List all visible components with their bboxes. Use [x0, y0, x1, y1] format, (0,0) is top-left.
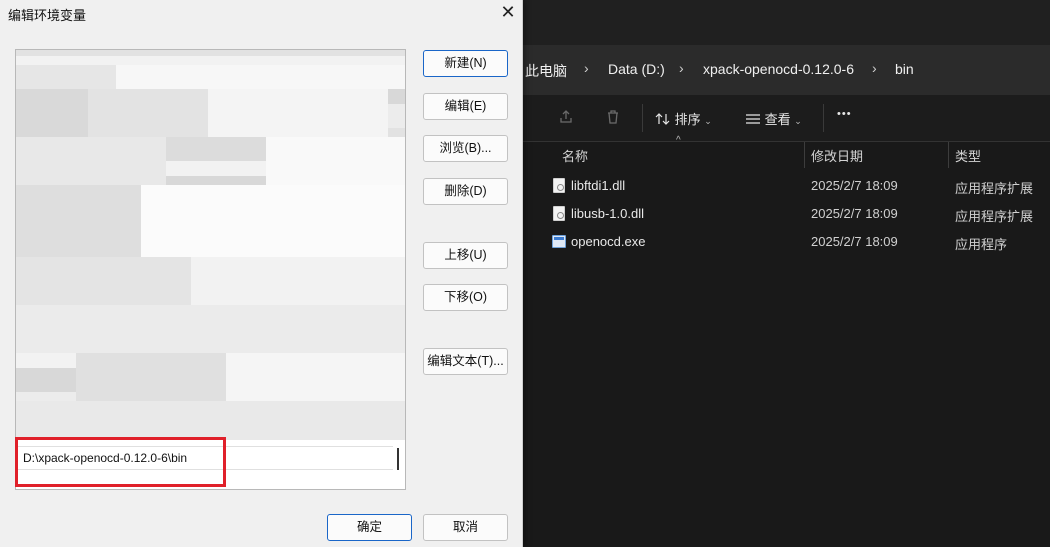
edit-text-button[interactable]: 编辑文本(T)...: [423, 348, 508, 375]
delete-icon[interactable]: [604, 109, 622, 127]
file-type: 应用程序: [955, 237, 1008, 252]
edit-button[interactable]: 编辑(E): [423, 93, 508, 120]
dll-file-icon: [553, 178, 565, 193]
breadcrumb-this-pc[interactable]: 此电脑: [525, 61, 567, 81]
share-icon[interactable]: [557, 109, 575, 127]
file-explorer-window: 此电脑 › Data (D:) › xpack-openocd-0.12.0-6…: [495, 0, 1050, 547]
file-row[interactable]: openocd.exe 2025/2/7 18:09 应用程序: [495, 228, 1050, 256]
breadcrumb-drive[interactable]: Data (D:): [608, 61, 665, 77]
toolbar-divider: [823, 104, 824, 132]
close-icon[interactable]: ✕: [494, 0, 522, 26]
file-modified: 2025/2/7 18:09: [811, 206, 898, 221]
move-up-button[interactable]: 上移(U): [423, 242, 508, 269]
file-name: openocd.exe: [571, 234, 646, 249]
file-row[interactable]: libftdi1.dll 2025/2/7 18:09 应用程序扩展: [495, 172, 1050, 200]
chevron-down-icon: ⌄: [704, 116, 712, 126]
file-row[interactable]: libusb-1.0.dll 2025/2/7 18:09 应用程序扩展: [495, 200, 1050, 228]
file-type: 应用程序扩展: [955, 209, 1034, 224]
ok-button[interactable]: 确定: [327, 514, 412, 541]
pixelated-path-entries: [16, 50, 405, 440]
toolbar-divider: [642, 104, 643, 132]
sort-ascending-icon: ^: [676, 135, 681, 146]
view-label: 查看: [764, 112, 791, 127]
exe-file-icon: [552, 235, 566, 248]
edit-env-variable-dialog: 编辑环境变量 ✕ D:\xpack-openocd-0.12.0-6\bin 新…: [0, 0, 523, 547]
sort-icon: [655, 113, 670, 125]
text-cursor: [397, 448, 399, 470]
highlight-box: [15, 437, 226, 487]
move-down-button[interactable]: 下移(O): [423, 284, 508, 311]
breadcrumb-chevron-icon[interactable]: ›: [679, 60, 684, 76]
breadcrumb-folder[interactable]: xpack-openocd-0.12.0-6: [703, 61, 854, 77]
view-list-icon: [746, 114, 760, 124]
file-modified: 2025/2/7 18:09: [811, 178, 898, 193]
column-divider[interactable]: [804, 142, 805, 168]
column-header-name[interactable]: 名称: [562, 146, 588, 165]
column-divider[interactable]: [948, 142, 949, 168]
explorer-title-bar: [495, 0, 1050, 45]
file-name: libftdi1.dll: [571, 178, 626, 193]
dll-file-icon: [553, 206, 565, 221]
file-modified: 2025/2/7 18:09: [811, 234, 898, 249]
column-header-type[interactable]: 类型: [955, 146, 981, 165]
path-entries-list[interactable]: D:\xpack-openocd-0.12.0-6\bin: [15, 49, 406, 490]
file-type: 应用程序扩展: [955, 181, 1034, 196]
breadcrumb-chevron-icon[interactable]: ›: [584, 60, 589, 76]
dialog-title: 编辑环境变量: [8, 8, 87, 23]
breadcrumb-chevron-icon[interactable]: ›: [872, 60, 877, 76]
delete-button[interactable]: 删除(D): [423, 178, 508, 205]
sort-label: 排序: [674, 112, 701, 127]
view-button[interactable]: 查看 ⌄: [745, 109, 802, 128]
new-button[interactable]: 新建(N): [423, 50, 508, 77]
file-name: libusb-1.0.dll: [571, 206, 644, 221]
breadcrumb-bin[interactable]: bin: [895, 61, 914, 77]
cancel-button[interactable]: 取消: [423, 514, 508, 541]
more-options-icon[interactable]: •••: [837, 108, 852, 120]
browse-button[interactable]: 浏览(B)...: [423, 135, 508, 162]
chevron-down-icon: ⌄: [794, 116, 802, 126]
column-header-modified[interactable]: 修改日期: [811, 146, 863, 165]
sort-button[interactable]: 排序 ⌄: [655, 109, 712, 128]
